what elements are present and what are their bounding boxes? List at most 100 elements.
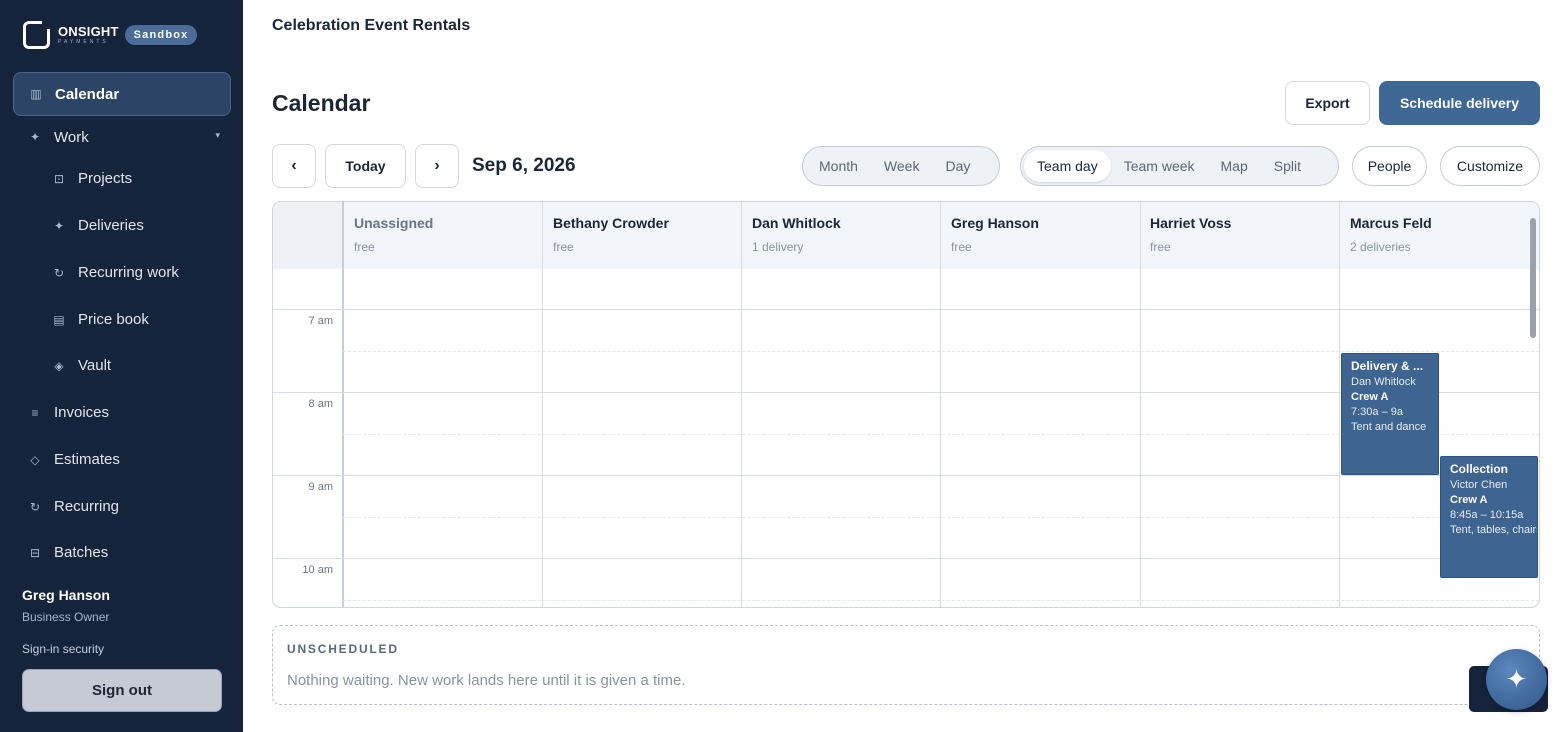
event-time: 8:45a – 10:15a bbox=[1450, 509, 1524, 521]
unscheduled-panel: UNSCHEDULED Nothing waiting. New work la… bbox=[272, 625, 1540, 705]
view-switcher: Month Week Day bbox=[802, 146, 1000, 186]
column-count: free bbox=[1150, 240, 1171, 254]
sidebar-item-label: Projects bbox=[78, 170, 133, 187]
batches-icon: ⊟ bbox=[29, 545, 41, 560]
calendar-grid[interactable]: Unassigned free Bethany Crowder free Dan… bbox=[272, 201, 1540, 608]
grid-scrollbar[interactable] bbox=[1530, 218, 1536, 338]
sidebar-item-batches[interactable]: ⊟ Batches bbox=[28, 544, 108, 561]
sidebar-item-work[interactable]: ✦ Work ▾ bbox=[28, 126, 220, 148]
half-hour-line bbox=[343, 351, 1539, 352]
sidebar-item-label: Estimates bbox=[54, 451, 120, 468]
customize-button[interactable]: Customize bbox=[1440, 146, 1540, 186]
book-icon: ▤ bbox=[53, 312, 65, 327]
view-day[interactable]: Day bbox=[932, 150, 983, 182]
sidebar-item-label: Invoices bbox=[54, 404, 110, 421]
event-collection[interactable]: Collection Victor Chen Crew A 8:45a – 10… bbox=[1440, 456, 1538, 578]
logo-icon bbox=[23, 21, 50, 49]
assistant-button[interactable]: ✦ bbox=[1486, 649, 1547, 710]
column-count: free bbox=[354, 240, 375, 254]
time-label: 8 am bbox=[308, 398, 333, 410]
view-team-day[interactable]: Team day bbox=[1024, 150, 1111, 182]
schedule-delivery-button[interactable]: Schedule delivery bbox=[1379, 81, 1540, 125]
page-title: Calendar bbox=[272, 90, 371, 116]
time-gutter-header bbox=[273, 202, 343, 269]
sparkle-icon: ✦ bbox=[53, 218, 65, 233]
column-dan-whitlock[interactable]: Dan Whitlock 1 delivery bbox=[742, 202, 941, 269]
sidebar-item-recurring-work[interactable]: ↻ Recurring work bbox=[52, 264, 179, 281]
column-bethany-crowder[interactable]: Bethany Crowder free bbox=[543, 202, 742, 269]
next-button[interactable]: › bbox=[415, 144, 459, 188]
diamond-icon: ◈ bbox=[54, 358, 64, 373]
column-harriet-voss[interactable]: Harriet Voss free bbox=[1140, 202, 1339, 269]
gutter-divider bbox=[342, 202, 344, 607]
sidebar-item-estimates[interactable]: ◇ Estimates bbox=[28, 451, 120, 468]
export-button[interactable]: Export bbox=[1285, 81, 1370, 125]
org-title: Celebration Event Rentals bbox=[272, 17, 471, 34]
event-crew: Crew A bbox=[1450, 494, 1488, 506]
sidebar-item-recurring[interactable]: ↻ Recurring bbox=[28, 498, 119, 515]
sidebar-item-deliveries[interactable]: ✦ Deliveries bbox=[52, 217, 144, 234]
column-unassigned[interactable]: Unassigned free bbox=[344, 202, 543, 269]
user-name: Greg Hanson bbox=[22, 587, 110, 603]
event-title: Delivery & ... bbox=[1351, 359, 1424, 373]
people-button[interactable]: People bbox=[1352, 146, 1427, 186]
view-week[interactable]: Week bbox=[871, 150, 933, 182]
user-role: Business Owner bbox=[22, 610, 110, 624]
sparkle-icon: ✦ bbox=[29, 130, 41, 144]
sidebar-item-label: Price book bbox=[78, 311, 149, 328]
view-map[interactable]: Map bbox=[1208, 150, 1261, 182]
unscheduled-message: Nothing waiting. New work lands here unt… bbox=[287, 672, 686, 689]
list-icon: ≡ bbox=[31, 405, 39, 420]
view-month[interactable]: Month bbox=[806, 150, 871, 182]
projects-icon: ⊡ bbox=[53, 171, 65, 186]
sidebar-item-projects[interactable]: ⊡ Projects bbox=[52, 170, 132, 187]
chevron-down-icon: ▾ bbox=[215, 130, 220, 140]
column-divider bbox=[741, 202, 742, 607]
column-name: Unassigned bbox=[354, 215, 434, 231]
event-note: Tent, tables, chairs bbox=[1450, 524, 1538, 536]
current-date: Sep 6, 2026 bbox=[472, 155, 576, 176]
sidebar-item-price-book[interactable]: ▤ Price book bbox=[52, 311, 149, 328]
half-hour-line bbox=[343, 600, 1539, 601]
time-label: 7 am bbox=[308, 315, 333, 327]
sidebar: ONSIGHT PAYMENTS Sandbox ▥ Calendar ✦ Wo… bbox=[0, 0, 243, 732]
column-name: Bethany Crowder bbox=[553, 215, 669, 231]
sign-in-security-link[interactable]: Sign-in security bbox=[22, 642, 104, 656]
half-hour-line bbox=[343, 517, 1539, 518]
brand[interactable]: ONSIGHT PAYMENTS Sandbox bbox=[23, 20, 198, 50]
sign-out-button[interactable]: Sign out bbox=[22, 669, 222, 712]
event-delivery[interactable]: Delivery & ... Dan Whitlock Crew A 7:30a… bbox=[1341, 353, 1439, 475]
column-divider bbox=[940, 202, 941, 607]
sidebar-item-label: Recurring work bbox=[78, 264, 179, 281]
view-team-week[interactable]: Team week bbox=[1111, 150, 1208, 182]
sidebar-item-label: Recurring bbox=[54, 498, 120, 515]
today-button[interactable]: Today bbox=[325, 144, 406, 188]
event-customer: Dan Whitlock bbox=[1351, 376, 1416, 388]
column-name: Dan Whitlock bbox=[752, 215, 841, 231]
time-label: 9 am bbox=[308, 481, 333, 493]
view-split[interactable]: Split bbox=[1261, 150, 1314, 182]
column-count: free bbox=[553, 240, 574, 254]
prev-button[interactable]: ‹ bbox=[272, 144, 316, 188]
hour-line bbox=[273, 475, 1539, 476]
sidebar-item-label: Deliveries bbox=[78, 217, 144, 234]
column-count: 2 deliveries bbox=[1350, 240, 1411, 254]
event-note: Tent and dance bbox=[1351, 421, 1427, 433]
brand-name: ONSIGHT bbox=[58, 24, 119, 39]
column-divider bbox=[1140, 202, 1141, 607]
refresh-icon: ↻ bbox=[53, 265, 65, 280]
column-name: Harriet Voss bbox=[1150, 215, 1232, 231]
column-marcus-feld[interactable]: Marcus Feld 2 deliveries bbox=[1340, 202, 1530, 269]
column-greg-hanson[interactable]: Greg Hanson free bbox=[941, 202, 1140, 269]
sidebar-item-calendar[interactable]: ▥ Calendar bbox=[13, 72, 231, 116]
diamond-outline-icon: ◇ bbox=[30, 452, 40, 467]
sidebar-item-vault[interactable]: ◈ Vault bbox=[52, 357, 111, 374]
sidebar-item-label: Batches bbox=[54, 544, 109, 561]
column-name: Greg Hanson bbox=[951, 215, 1039, 231]
sparkle-icon: ✦ bbox=[1505, 664, 1528, 694]
user-block: Greg Hanson Business Owner bbox=[22, 587, 110, 624]
sidebar-item-label: Vault bbox=[78, 357, 112, 374]
team-view-switcher: Team day Team week Map Split bbox=[1020, 146, 1339, 186]
event-title: Collection bbox=[1450, 462, 1509, 476]
sidebar-item-invoices[interactable]: ≡ Invoices bbox=[28, 404, 109, 421]
